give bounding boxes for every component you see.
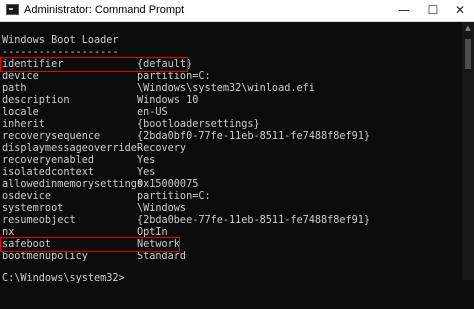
entry-key: description (2, 95, 70, 106)
entry-key: recoveryenabled (2, 155, 95, 166)
entry-value: partition=C: (137, 71, 211, 82)
entry-row-path: path \Windows\system32\winload.efi (0, 83, 315, 95)
entry-row-recoverysequence: recoverysequence {2bda0bf0-77fe-11eb-851… (0, 131, 370, 143)
entry-key: osdevice (2, 191, 52, 202)
entry-key: recoverysequence (2, 131, 101, 142)
scroll-thumb[interactable] (465, 39, 471, 69)
entry-key: bootmenupolicy (2, 251, 88, 262)
entry-value: Yes (137, 167, 156, 178)
entry-key: allowedinmemorysettings (2, 179, 144, 190)
entry-row-systemroot: systemroot \Windows (0, 203, 186, 215)
entry-value: Yes (137, 155, 156, 166)
entry-value: {bootloadersettings} (137, 119, 260, 130)
close-button[interactable]: ✕ (446, 0, 474, 21)
entry-value: 0x15000075 (137, 179, 199, 190)
entry-key: path (2, 83, 27, 94)
entry-key: isolatedcontext (2, 167, 95, 178)
cmd-icon (6, 4, 19, 15)
entry-key: locale (2, 107, 39, 118)
entry-row-resumeobject: resumeobject {2bda0bee-77fe-11eb-8511-fe… (0, 215, 370, 227)
entry-key: systemroot (2, 203, 64, 214)
entry-row-device: device partition=C: (0, 71, 211, 83)
entry-row-allowedinmemorysettings: allowedinmemorysettings 0x15000075 (0, 179, 198, 191)
scroll-up-arrow-icon[interactable]: ▲ (462, 22, 474, 34)
highlight-box-safeboot (0, 237, 180, 252)
entry-value: Windows 10 (137, 95, 199, 106)
entry-key: device (2, 71, 39, 82)
maximize-button[interactable]: ☐ (419, 0, 447, 21)
entry-key: resumeobject (2, 215, 76, 226)
entry-key: inherit (2, 119, 45, 130)
minimize-button[interactable]: — (390, 0, 418, 21)
entry-row-inherit: inherit {bootloadersettings} (0, 119, 260, 131)
boot-loader-header: Windows Boot Loader (2, 35, 119, 46)
entry-row-bootmenupolicy: bootmenupolicy Standard (0, 251, 186, 263)
terminal-output[interactable]: Windows Boot Loader ------------------- … (0, 22, 462, 284)
entry-row-displaymessageoverride: displaymessageoverride Recovery (0, 143, 186, 155)
entry-row-recoveryenabled: recoveryenabled Yes (0, 155, 155, 167)
entry-value: {2bda0bf0-77fe-11eb-8511-fe7488f8ef91} (137, 131, 371, 142)
prompt-text: C:\Windows\system32> (2, 273, 125, 284)
entry-value: Standard (137, 251, 187, 262)
entry-value: {2bda0bee-77fe-11eb-8511-fe7488f8ef91} (137, 215, 371, 226)
entry-key: displaymessageoverride (2, 143, 137, 154)
entry-value: en-US (137, 107, 168, 118)
entry-value: \Windows (137, 203, 187, 214)
entry-value: Recovery (137, 143, 187, 154)
window-title: Administrator: Command Prompt (24, 4, 185, 16)
entry-value: \Windows\system32\winload.efi (137, 83, 315, 94)
command-prompt-line[interactable]: C:\Windows\system32> (0, 273, 125, 285)
title-bar[interactable]: Administrator: Command Prompt — ☐ ✕ (0, 0, 474, 22)
entry-row-isolatedcontext: isolatedcontext Yes (0, 167, 155, 179)
highlight-box-identifier (0, 57, 188, 72)
entry-row-locale: locale en-US (0, 107, 168, 119)
entry-value: partition=C: (137, 191, 211, 202)
entry-row-description: description Windows 10 (0, 95, 198, 107)
vertical-scrollbar[interactable]: ▲ (462, 22, 474, 280)
command-prompt-window: Administrator: Command Prompt — ☐ ✕ Wind… (0, 0, 474, 284)
entry-row-osdevice: osdevice partition=C: (0, 191, 211, 203)
